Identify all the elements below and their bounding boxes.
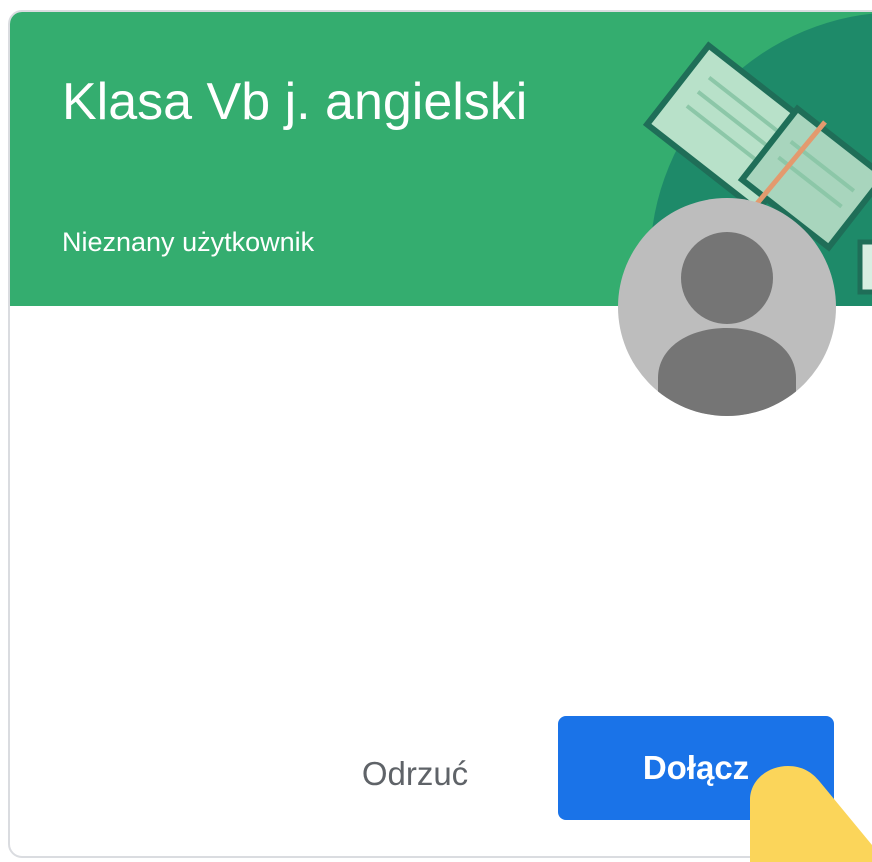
class-invite-card: Klasa Vb j. angielski Nieznany użytkowni… (8, 10, 872, 858)
person-silhouette-icon (658, 232, 796, 416)
pointer-highlight-icon (750, 766, 872, 862)
teacher-name: Nieznany użytkownik (62, 227, 315, 257)
class-title[interactable]: Klasa Vb j. angielski (62, 70, 527, 134)
avatar (618, 198, 836, 416)
reject-button[interactable]: Odrzuć (310, 724, 520, 824)
